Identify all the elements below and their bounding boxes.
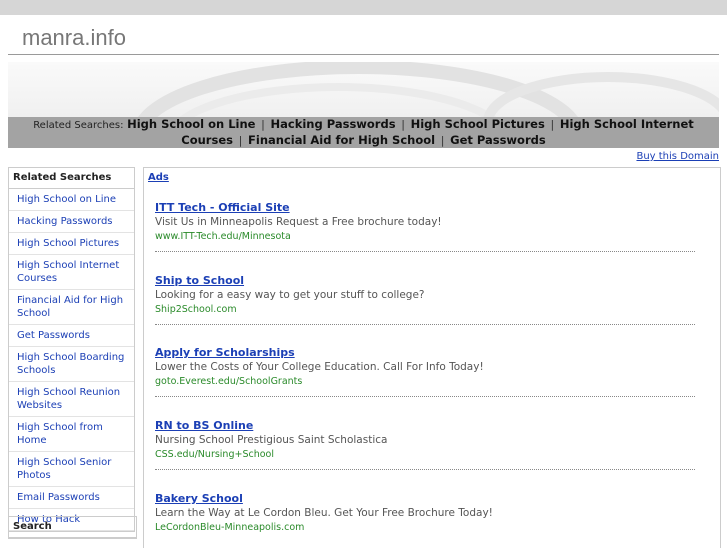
sidebar-item[interactable]: High School from Home	[9, 417, 134, 452]
ad-url[interactable]: goto.Everest.edu/SchoolGrants	[155, 375, 695, 389]
ad-listing: Bakery School Learn the Way at Le Cordon…	[155, 492, 695, 535]
title-divider	[8, 54, 719, 55]
related-searches-label: Related Searches:	[33, 120, 124, 131]
sidebar-heading: Related Searches	[9, 168, 134, 189]
sidebar-item[interactable]: Hacking Passwords	[9, 211, 134, 233]
ad-description: Visit Us in Minneapolis Request a Free b…	[155, 216, 442, 228]
sidebar: Related Searches High School on Line Hac…	[8, 167, 135, 532]
ad-url[interactable]: CSS.edu/Nursing+School	[155, 448, 695, 462]
ad-divider	[155, 469, 695, 470]
ad-divider	[155, 324, 695, 325]
sidebar-item[interactable]: High School Senior Photos	[9, 452, 134, 487]
ad-divider	[155, 251, 695, 252]
ad-listing: RN to BS Online Nursing School Prestigio…	[155, 419, 695, 470]
separator: |	[261, 118, 265, 131]
related-searches-box: Related Searches High School on Line Hac…	[8, 167, 135, 532]
related-link[interactable]: Hacking Passwords	[271, 117, 396, 131]
ad-listing: Ship to School Looking for a easy way to…	[155, 274, 695, 325]
ad-listing: Apply for Scholarships Lower the Costs o…	[155, 346, 695, 397]
sidebar-item[interactable]: Financial Aid for High School	[9, 290, 134, 325]
related-searches-bar: Related Searches: High School on Line | …	[8, 117, 719, 148]
related-link[interactable]: High School on Line	[127, 117, 255, 131]
search-heading: Search	[9, 517, 136, 538]
ad-title[interactable]: Apply for Scholarships	[155, 346, 695, 360]
ad-title[interactable]: ITT Tech - Official Site	[155, 201, 695, 215]
ad-url[interactable]: LeCordonBleu-Minneapolis.com	[155, 521, 695, 535]
ads-label[interactable]: Ads	[148, 172, 169, 183]
search-box: Search	[8, 516, 137, 539]
ad-title[interactable]: Bakery School	[155, 492, 695, 506]
buy-domain-link[interactable]: Buy this Domain	[636, 151, 719, 162]
ad-description: Lower the Costs of Your College Educatio…	[155, 361, 484, 373]
ads-panel: Ads ITT Tech - Official Site Visit Us in…	[143, 167, 721, 548]
banner-decoration	[138, 62, 719, 117]
ad-divider	[155, 396, 695, 397]
sidebar-item[interactable]: High School Boarding Schools	[9, 347, 134, 382]
separator: |	[401, 118, 405, 131]
separator: |	[440, 134, 445, 147]
sidebar-item[interactable]: High School on Line	[9, 189, 134, 211]
ad-url[interactable]: Ship2School.com	[155, 303, 695, 317]
related-link[interactable]: High School Pictures	[411, 117, 545, 131]
top-bar	[0, 0, 727, 15]
ad-listing: ITT Tech - Official Site Visit Us in Min…	[155, 201, 695, 252]
ad-description: Nursing School Prestigious Saint Scholas…	[155, 434, 388, 446]
sidebar-item[interactable]: High School Pictures	[9, 233, 134, 255]
ad-description: Learn the Way at Le Cordon Bleu. Get You…	[155, 507, 493, 519]
site-title: manra.info	[22, 25, 126, 50]
related-link[interactable]: Get Passwords	[450, 133, 546, 147]
sidebar-item[interactable]: High School Internet Courses	[9, 255, 134, 290]
ad-url[interactable]: www.ITT-Tech.edu/Minnesota	[155, 230, 695, 244]
header-banner	[8, 62, 719, 117]
sidebar-item[interactable]: Get Passwords	[9, 325, 134, 347]
ad-description: Looking for a easy way to get your stuff…	[155, 289, 425, 301]
ad-title[interactable]: RN to BS Online	[155, 419, 695, 433]
related-link[interactable]: Financial Aid for High School	[248, 133, 435, 147]
ad-title[interactable]: Ship to School	[155, 274, 695, 288]
sidebar-item[interactable]: Email Passwords	[9, 487, 134, 509]
separator: |	[238, 134, 243, 147]
sidebar-item[interactable]: High School Reunion Websites	[9, 382, 134, 417]
separator: |	[550, 118, 555, 131]
